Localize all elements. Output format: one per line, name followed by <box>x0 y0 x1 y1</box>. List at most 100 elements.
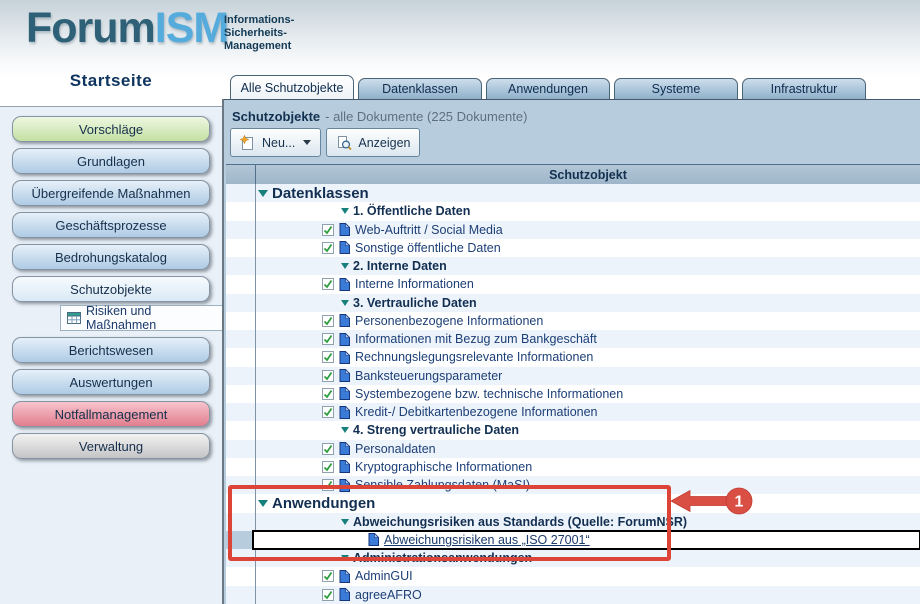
tree-row[interactable]: 4. Streng vertrauliche Daten <box>226 421 920 439</box>
document-icon <box>368 533 379 546</box>
tree-row[interactable]: Rechnungslegungsrelevante Informationen <box>226 348 920 366</box>
document-icon <box>339 570 350 583</box>
logo-subtitle-line: Management <box>224 40 294 53</box>
sidebar-nav: Vorschläge Grundlagen Übergreifende Maßnah… <box>0 106 222 604</box>
tree-row[interactable]: Informationen mit Bezug zum Bankgeschäft <box>226 330 920 348</box>
new-button[interactable]: Neu... <box>230 128 321 157</box>
checked-icon <box>322 406 334 418</box>
tree-row[interactable]: Systembezogene bzw. technische Informati… <box>226 385 920 403</box>
document-icon <box>339 387 350 400</box>
tree-row[interactable]: Personenbezogene Informationen <box>226 312 920 330</box>
document-icon <box>339 333 350 346</box>
tree-row-label: Sensible Zahlungsdaten (MaSI) <box>355 478 530 492</box>
tree-row-label: 1. Öffentliche Daten <box>353 204 470 218</box>
collapse-triangle-icon[interactable] <box>341 208 349 214</box>
collapse-triangle-icon[interactable] <box>258 190 268 197</box>
sidebar-item-5[interactable]: Schutzobjekte <box>12 276 210 302</box>
sidebar-item-10[interactable]: Verwaltung <box>12 433 210 459</box>
tree-row-label: Web-Auftritt / Social Media <box>355 223 503 237</box>
sidebar-item-label: Vorschläge <box>79 122 143 137</box>
app-logo: ForumISM <box>26 4 228 53</box>
document-icon <box>339 588 350 601</box>
tree-row[interactable]: Abweichungsrisiken aus „ISO 27001“ <box>253 531 920 549</box>
tab-4[interactable]: Infrastruktur <box>742 78 866 99</box>
sidebar-item-7[interactable]: Berichtswesen <box>12 337 210 363</box>
collapse-triangle-icon[interactable] <box>341 519 349 525</box>
new-document-icon <box>240 135 256 151</box>
document-icon <box>339 241 350 254</box>
show-button[interactable]: Anzeigen <box>326 128 420 157</box>
tree-row[interactable]: agreeAFRO <box>226 586 920 604</box>
sidebar-item-3[interactable]: Geschäftsprozesse <box>12 212 210 238</box>
tree-row[interactable]: Kredit-/ Debitkartenbezogene Information… <box>226 403 920 421</box>
column-header-schutzobjekt[interactable]: Schutzobjekt <box>256 165 920 184</box>
sidebar-item-2[interactable]: Übergreifende Maßnahmen <box>12 180 210 206</box>
tab-3[interactable]: Systeme <box>614 78 738 99</box>
tree-row-label: AdminGUI <box>355 569 413 583</box>
sidebar-item-8[interactable]: Auswertungen <box>12 369 210 395</box>
tree-row[interactable]: Web-Auftritt / Social Media <box>226 221 920 239</box>
view-title-suffix: - alle Dokumente (225 Dokumente) <box>325 109 527 124</box>
checked-icon <box>322 570 334 582</box>
collapse-triangle-icon[interactable] <box>341 300 349 306</box>
checked-icon <box>322 589 334 601</box>
logo-subtitle: Informations- Sicherheits- Management <box>224 14 294 53</box>
collapse-triangle-icon[interactable] <box>258 500 268 507</box>
checked-icon <box>322 242 334 254</box>
tree-row[interactable]: 1. Öffentliche Daten <box>226 202 920 220</box>
checked-icon <box>322 278 334 290</box>
chevron-down-icon <box>303 140 311 145</box>
collapse-triangle-icon[interactable] <box>341 427 349 433</box>
new-button-label: Neu... <box>262 136 295 150</box>
tree-row[interactable]: Personaldaten <box>226 440 920 458</box>
tab-0[interactable]: Alle Schutzobjekte <box>230 75 354 99</box>
sidebar-subitem-6[interactable]: Risiken und Maßnahmen <box>60 305 224 331</box>
tree-row[interactable]: 3. Vertrauliche Daten <box>226 294 920 312</box>
home-heading: Startseite <box>0 71 222 91</box>
tree-row[interactable]: Abweichungsrisiken aus Standards (Quelle… <box>226 513 920 531</box>
tree-row-label: 2. Interne Daten <box>353 259 447 273</box>
document-icon <box>339 442 350 455</box>
tree-row[interactable]: Sonstige öffentliche Daten <box>226 239 920 257</box>
document-icon <box>339 351 350 364</box>
tree-row[interactable]: Interne Informationen <box>226 275 920 293</box>
tree-row[interactable]: Sensible Zahlungsdaten (MaSI) <box>226 476 920 494</box>
logo-subtitle-line: Sicherheits- <box>224 27 294 40</box>
tab-2[interactable]: Anwendungen <box>486 78 610 99</box>
sidebar-item-label: Geschäftsprozesse <box>55 218 166 233</box>
sidebar-item-label: Risiken und Maßnahmen <box>86 304 223 332</box>
collapse-triangle-icon[interactable] <box>341 555 349 561</box>
sidebar-item-4[interactable]: Bedrohungskatalog <box>12 244 210 270</box>
tree-row-label: Administrationsanwendungen <box>353 551 532 565</box>
grid-header: Schutzobjekt <box>226 164 920 185</box>
tree-row[interactable]: Administrationsanwendungen <box>226 549 920 567</box>
checked-icon <box>322 224 334 236</box>
tree-row-label: Anwendungen <box>272 495 375 512</box>
tree-row[interactable]: Anwendungen <box>226 494 920 512</box>
sidebar-item-9[interactable]: Notfallmanagement <box>12 401 210 427</box>
tree-row-label: Banksteuerungsparameter <box>355 369 502 383</box>
logo-part-ism: ISM <box>155 4 228 52</box>
view-title: Schutzobjekte- alle Dokumente (225 Dokum… <box>232 109 527 124</box>
tree-row-label: Kryptographische Informationen <box>355 460 532 474</box>
document-icon <box>339 223 350 236</box>
preview-icon <box>336 135 352 151</box>
grid-header-marker-column <box>226 165 256 184</box>
main-panel: Schutzobjekte- alle Dokumente (225 Dokum… <box>224 99 920 604</box>
tree-row[interactable]: AdminGUI <box>226 567 920 585</box>
document-icon <box>339 406 350 419</box>
checked-icon <box>322 351 334 363</box>
document-icon <box>339 278 350 291</box>
sidebar-item-0[interactable]: Vorschläge <box>12 116 210 142</box>
sidebar-item-label: Notfallmanagement <box>55 407 168 422</box>
tree-row[interactable]: Datenklassen <box>226 184 920 202</box>
sidebar-item-1[interactable]: Grundlagen <box>12 148 210 174</box>
collapse-triangle-icon[interactable] <box>341 263 349 269</box>
tree-row[interactable]: Kryptographische Informationen <box>226 458 920 476</box>
tree-row-label: Kredit-/ Debitkartenbezogene Information… <box>355 405 598 419</box>
tree-row[interactable]: Banksteuerungsparameter <box>226 367 920 385</box>
tab-1[interactable]: Datenklassen <box>358 78 482 99</box>
checked-icon <box>322 333 334 345</box>
toolbar: Neu... Anzeigen <box>230 128 425 157</box>
tree-row[interactable]: 2. Interne Daten <box>226 257 920 275</box>
